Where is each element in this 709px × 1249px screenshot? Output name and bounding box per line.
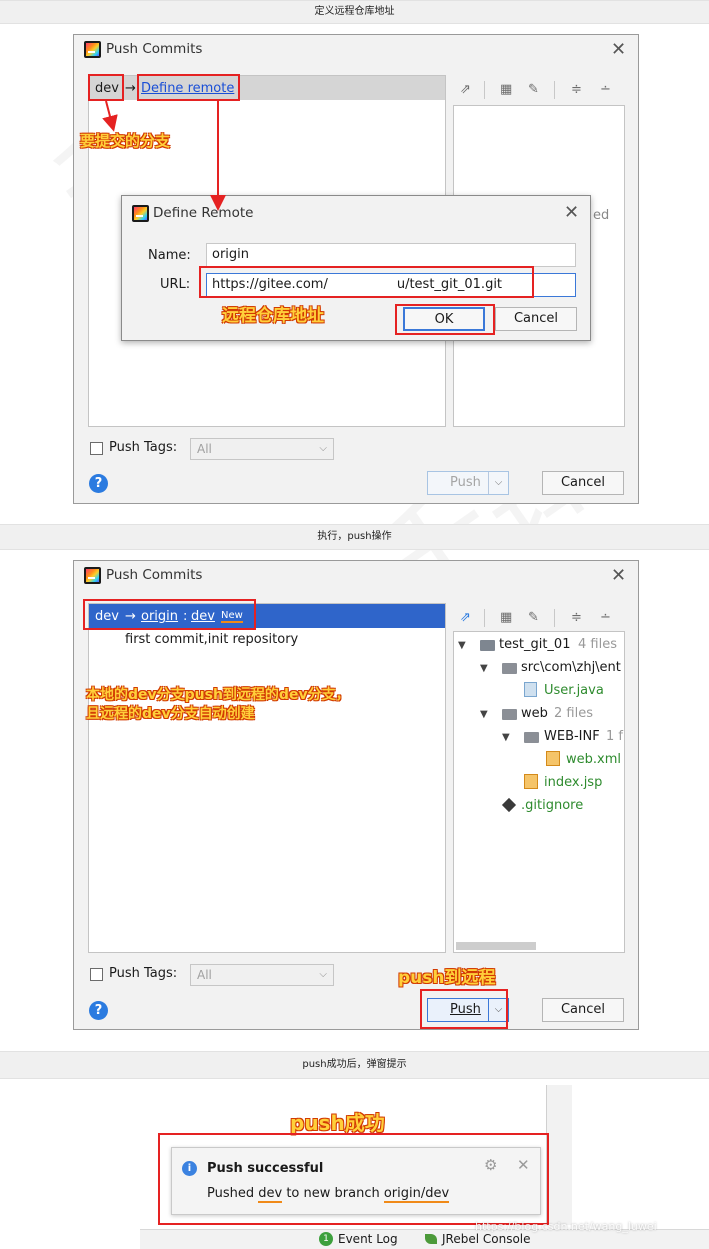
notification-title: Push successful [207,1161,324,1176]
folder-icon [524,732,539,743]
help-icon[interactable]: ? [89,1001,108,1020]
chevron-down-icon: ⌵ [319,969,327,980]
message-branch: dev [258,1186,283,1203]
event-log-button[interactable]: Event Log [338,1232,398,1246]
csdn-watermark-url: https://blog.csdn.net/wang_luwei [475,1220,657,1233]
dialog-title-bar: Push Commits ✕ [74,561,638,591]
push-tags-checkbox[interactable] [90,968,103,981]
dialog-title: Push Commits [106,567,203,583]
module-folder-icon [480,640,495,651]
xml-file-icon [546,751,560,766]
annotation-push-explanation-1: 本地的dev分支push到远程的dev分支， [86,687,350,703]
tree-item-src[interactable]: src\com\zhj\ent [521,660,621,675]
expand-icon[interactable]: ⇗ [460,611,471,625]
tags-select[interactable]: All ⌵ [190,964,334,986]
cancel-button[interactable]: Cancel [542,998,624,1022]
message-prefix: Pushed [207,1186,259,1201]
intellij-logo-icon [84,567,101,584]
expand-all-icon[interactable]: ≑ [571,611,582,625]
tags-select-value: All [197,968,212,982]
message-remote-branch: origin/dev [383,1186,450,1203]
chevron-down-icon[interactable]: ▼ [502,732,510,743]
jrebel-icon [425,1234,437,1244]
annotation-push-to-remote: push到远程 [398,968,496,988]
jrebel-console-button[interactable]: JRebel Console [442,1232,531,1246]
notification-message: Pushed dev to new branch origin/dev [207,1186,450,1203]
chevron-down-icon[interactable]: ▼ [480,709,488,720]
highlight-branch-row [83,599,256,630]
message-middle: to new branch [282,1186,384,1201]
tree-item-root[interactable]: test_git_01 [499,637,570,652]
gitignore-icon [501,797,517,813]
tree-item-web-meta: 2 files [554,706,593,721]
annotation-push-success: push成功 [290,1111,385,1135]
horizontal-scrollbar[interactable] [456,942,536,950]
file-tree-panel: ▼ test_git_01 4 files ▼ src\com\zhj\ent … [453,631,625,953]
jsp-file-icon [524,774,538,789]
chevron-down-icon[interactable]: ▼ [458,640,466,651]
push-tags-label: Push Tags: [109,966,178,981]
tree-item-web-inf[interactable]: WEB-INF [544,729,600,744]
event-log-icon: 1 [319,1232,333,1246]
close-icon[interactable]: ✕ [611,567,626,585]
collapse-all-icon[interactable]: ∸ [600,611,611,625]
toolbar-separator [554,609,555,627]
chevron-down-icon[interactable]: ▼ [480,663,488,674]
annotation-remote-url: 远程仓库地址 [222,306,324,326]
highlight-push-button [420,989,508,1029]
toolbar-separator [484,609,485,627]
commit-message[interactable]: first commit,init repository [125,632,298,647]
close-icon[interactable]: ✕ [517,1156,530,1174]
folder-icon [502,709,517,720]
section-header-success: push成功后，弹窗提示 [0,1051,709,1079]
push-commits-dialog-2: Push Commits ✕ dev → origin : dev New fi… [73,560,639,1030]
tree-item-gitignore[interactable]: .gitignore [521,798,583,813]
info-icon: i [182,1161,197,1176]
folder-icon [502,663,517,674]
annotation-branch-to-push: 要提交的分支 [80,132,171,150]
push-successful-notification: i Push successful ⚙ ✕ Pushed dev to new … [171,1147,541,1215]
section-header-push: 执行，push操作 [0,524,709,550]
java-file-icon [524,682,537,697]
annotation-push-explanation-2: 且远程的dev分支自动创建 [86,706,255,722]
tree-item-root-meta: 4 files [578,637,617,652]
group-by-icon[interactable]: ▦ [500,611,512,625]
tree-item-web[interactable]: web [521,706,548,721]
tree-item-web-inf-meta: 1 f [606,729,623,744]
ide-window-edge [546,1085,572,1225]
gear-icon[interactable]: ⚙ [484,1156,497,1174]
edit-icon[interactable]: ✎ [528,611,539,625]
tree-item-index-jsp[interactable]: index.jsp [544,775,602,790]
commits-panel: dev → origin : dev New first commit,init… [88,603,446,953]
tree-item-web-xml[interactable]: web.xml [566,752,621,767]
tree-item-user-java[interactable]: User.java [544,683,604,698]
